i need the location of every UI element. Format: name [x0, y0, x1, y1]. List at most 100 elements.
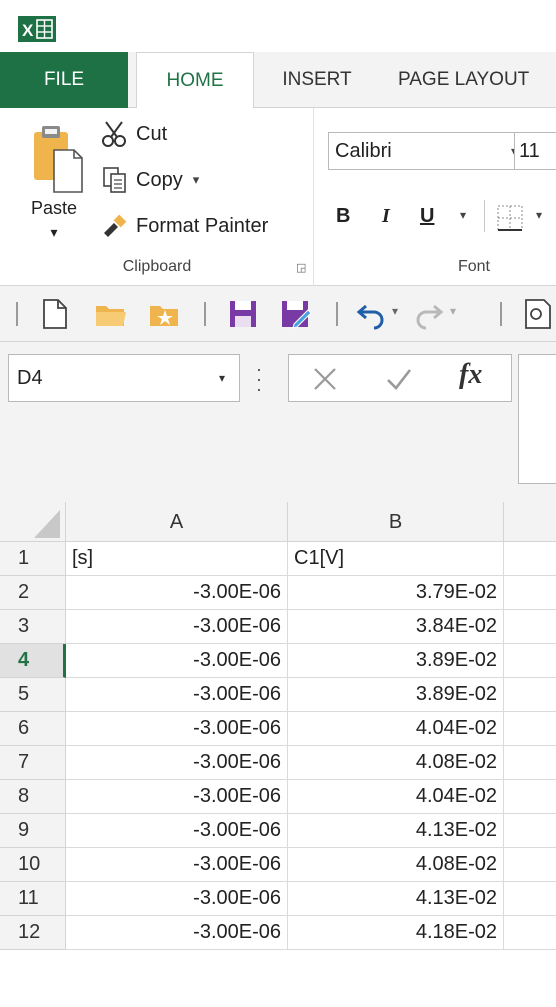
- column-header-c[interactable]: [504, 502, 556, 542]
- cell-a[interactable]: -3.00E-06: [66, 916, 288, 950]
- ribbon-tabs: FILE HOME INSERT PAGE LAYOUT: [0, 52, 556, 109]
- save-as-icon[interactable]: [280, 298, 312, 330]
- font-size-select[interactable]: 11: [514, 132, 556, 170]
- open-folder-icon[interactable]: [94, 298, 128, 330]
- dialog-launcher-icon[interactable]: ◲: [296, 261, 306, 274]
- cell-b[interactable]: 4.08E-02: [288, 746, 504, 780]
- table-row: 5 -3.00E-06 3.89E-02: [0, 678, 556, 712]
- cell-b[interactable]: 4.04E-02: [288, 712, 504, 746]
- cell-c[interactable]: [504, 678, 556, 712]
- row-header[interactable]: 7: [0, 746, 66, 780]
- row-header[interactable]: 9: [0, 814, 66, 848]
- cell-c[interactable]: [504, 712, 556, 746]
- cell-a[interactable]: -3.00E-06: [66, 610, 288, 644]
- cell-b[interactable]: 4.04E-02: [288, 780, 504, 814]
- drag-handle[interactable]: · · ·: [256, 360, 262, 398]
- italic-button[interactable]: I: [382, 196, 390, 236]
- cell-c[interactable]: [504, 542, 556, 576]
- row-header[interactable]: 1: [0, 542, 66, 576]
- borders-icon[interactable]: [496, 204, 524, 232]
- undo-icon[interactable]: [356, 298, 386, 330]
- cell-a[interactable]: -3.00E-06: [66, 780, 288, 814]
- format-painter-button[interactable]: Format Painter: [100, 208, 268, 244]
- cell-c[interactable]: [504, 848, 556, 882]
- ribbon-home: Paste ▾ Cut Copy ▾ Format Painter Clipbo…: [0, 108, 556, 286]
- cell-a[interactable]: -3.00E-06: [66, 678, 288, 712]
- excel-icon[interactable]: X: [18, 16, 56, 42]
- tab-file[interactable]: FILE: [0, 52, 128, 108]
- cell-b[interactable]: 3.89E-02: [288, 644, 504, 678]
- cell-c[interactable]: [504, 576, 556, 610]
- title-bar: X: [0, 0, 556, 52]
- cell-b[interactable]: 4.18E-02: [288, 916, 504, 950]
- cell-a[interactable]: -3.00E-06: [66, 814, 288, 848]
- cell-a[interactable]: -3.00E-06: [66, 712, 288, 746]
- cell-a[interactable]: -3.00E-06: [66, 882, 288, 916]
- divider: [336, 302, 338, 326]
- insert-function-button[interactable]: fx: [459, 359, 482, 391]
- row-header[interactable]: 12: [0, 916, 66, 950]
- clipboard-group: Paste ▾ Cut Copy ▾ Format Painter Clipbo…: [0, 108, 314, 286]
- tab-home[interactable]: HOME: [136, 52, 254, 109]
- cell-c[interactable]: [504, 882, 556, 916]
- cell-b[interactable]: 3.84E-02: [288, 610, 504, 644]
- row-header[interactable]: 8: [0, 780, 66, 814]
- svg-text:X: X: [22, 21, 34, 40]
- row-header[interactable]: 5: [0, 678, 66, 712]
- row-header[interactable]: 11: [0, 882, 66, 916]
- cell-a[interactable]: -3.00E-06: [66, 644, 288, 678]
- cell-a[interactable]: -3.00E-06: [66, 848, 288, 882]
- chevron-down-icon[interactable]: ▾: [392, 304, 398, 318]
- cell-a[interactable]: [s]: [66, 542, 288, 576]
- font-name-select[interactable]: Calibri ▾: [328, 132, 524, 170]
- cell-c[interactable]: [504, 780, 556, 814]
- cell-c[interactable]: [504, 610, 556, 644]
- tab-page-layout[interactable]: PAGE LAYOUT: [384, 52, 556, 108]
- cell-c[interactable]: [504, 644, 556, 678]
- column-header-b[interactable]: B: [288, 502, 504, 542]
- row-header[interactable]: 2: [0, 576, 66, 610]
- cell-c[interactable]: [504, 746, 556, 780]
- chevron-down-icon[interactable]: ▾: [193, 172, 200, 188]
- cell-b[interactable]: 4.08E-02: [288, 848, 504, 882]
- cell-c[interactable]: [504, 814, 556, 848]
- cut-button[interactable]: Cut: [100, 116, 167, 152]
- cell-b[interactable]: 4.13E-02: [288, 882, 504, 916]
- chevron-down-icon[interactable]: ▾: [14, 224, 94, 241]
- close-icon[interactable]: [311, 365, 339, 393]
- chevron-down-icon[interactable]: ▾: [219, 355, 225, 401]
- cell-b[interactable]: C1[V]: [288, 542, 504, 576]
- chevron-down-icon[interactable]: ▾: [450, 304, 456, 318]
- bold-button[interactable]: B: [336, 196, 350, 236]
- underline-button[interactable]: U: [420, 196, 434, 236]
- favorite-folder-icon[interactable]: [148, 298, 182, 330]
- copy-button[interactable]: Copy ▾: [100, 162, 199, 198]
- cell-b[interactable]: 3.79E-02: [288, 576, 504, 610]
- paste-icon: [34, 126, 83, 193]
- paste-button[interactable]: Paste ▾: [14, 116, 94, 261]
- name-box[interactable]: D4 ▾: [8, 354, 240, 402]
- checkmark-icon[interactable]: [385, 365, 413, 393]
- print-preview-icon[interactable]: [522, 298, 552, 330]
- new-document-icon[interactable]: [40, 298, 68, 330]
- table-row: 6 -3.00E-06 4.04E-02: [0, 712, 556, 746]
- row-header[interactable]: 3: [0, 610, 66, 644]
- cell-b[interactable]: 3.89E-02: [288, 678, 504, 712]
- select-all-corner[interactable]: [0, 502, 66, 542]
- cell-c[interactable]: [504, 916, 556, 950]
- formula-bar: D4 ▾ · · · fx: [0, 342, 556, 502]
- save-icon[interactable]: [228, 298, 258, 330]
- formula-input[interactable]: [518, 354, 556, 484]
- column-header-a[interactable]: A: [66, 502, 288, 542]
- chevron-down-icon[interactable]: ▾: [536, 208, 542, 222]
- row-header[interactable]: 6: [0, 712, 66, 746]
- redo-icon[interactable]: [414, 298, 444, 330]
- cell-b[interactable]: 4.13E-02: [288, 814, 504, 848]
- row-header[interactable]: 4: [0, 644, 66, 678]
- cell-a[interactable]: -3.00E-06: [66, 746, 288, 780]
- divider: [484, 200, 485, 232]
- row-header[interactable]: 10: [0, 848, 66, 882]
- tab-insert[interactable]: INSERT: [262, 52, 372, 108]
- cell-a[interactable]: -3.00E-06: [66, 576, 288, 610]
- chevron-down-icon[interactable]: ▾: [460, 208, 466, 222]
